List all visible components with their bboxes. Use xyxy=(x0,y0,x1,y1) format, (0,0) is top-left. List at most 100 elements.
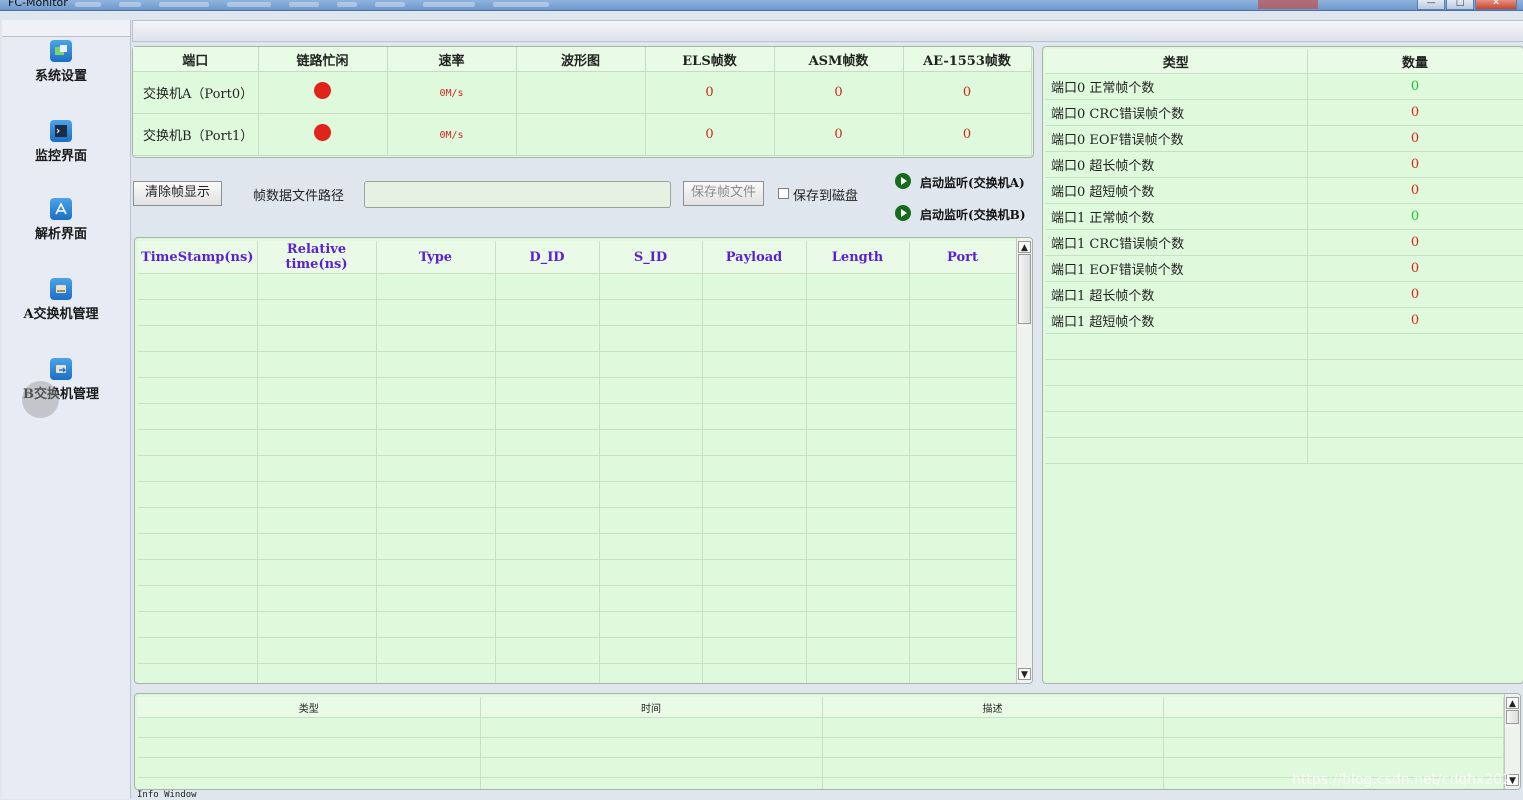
table-row[interactable] xyxy=(138,507,1017,534)
start-monitor-a-button[interactable]: 启动监听(交换机A) xyxy=(920,174,1025,191)
sidebar-item-switch-b[interactable]: B交换机管理 xyxy=(2,358,120,402)
stat-row: 端口1 EOF错误帧个数 0 xyxy=(1045,255,1523,282)
clear-frames-button[interactable]: 清除帧显示 xyxy=(133,181,222,206)
start-monitor-b-button[interactable]: 启动监听(交换机B) xyxy=(920,206,1026,223)
stat-row xyxy=(1045,411,1523,438)
file-path-input[interactable] xyxy=(364,181,671,208)
col-header-els: ELS帧数 xyxy=(645,47,775,72)
table-row[interactable] xyxy=(138,403,1017,430)
port-status-table: 端口 链路忙闲 速率 波形图 ELS帧数 ASM帧数 AE-1553帧数 交换机… xyxy=(133,47,1032,156)
stat-count: 0 xyxy=(1307,307,1523,334)
table-row[interactable] xyxy=(138,533,1017,560)
start-monitor-b-icon[interactable] xyxy=(895,205,911,221)
stat-type: 端口0 EOF错误帧个数 xyxy=(1045,125,1308,152)
scroll-thumb[interactable] xyxy=(1506,710,1519,724)
stat-type: 端口1 EOF错误帧个数 xyxy=(1045,255,1308,282)
stat-count: 0 xyxy=(1307,255,1523,282)
stat-row: 端口1 正常帧个数 0 xyxy=(1045,203,1523,230)
table-row[interactable] xyxy=(138,611,1017,638)
link-status-indicator xyxy=(314,82,331,99)
blurred-ribbon xyxy=(75,2,635,8)
sidebar-item-label: 解析界面 xyxy=(34,227,87,242)
table-row[interactable] xyxy=(138,637,1017,664)
table-row[interactable] xyxy=(138,299,1017,326)
col-header-length[interactable]: Length xyxy=(806,241,910,274)
sidebar: 系统设置 监控界面 解析界面 A交换机管理 B交换机管理 xyxy=(2,20,131,799)
col-header-type[interactable]: Type xyxy=(376,241,496,274)
table-row[interactable] xyxy=(138,455,1017,482)
stat-type: 端口1 正常帧个数 xyxy=(1045,203,1308,230)
stat-count: 0 xyxy=(1307,73,1523,100)
scroll-thumb[interactable] xyxy=(1018,254,1031,324)
stat-row xyxy=(1045,359,1523,386)
maximize-button[interactable]: □ xyxy=(1446,0,1474,10)
port-rate: 0M/s xyxy=(439,88,464,99)
col-header-payload[interactable]: Payload xyxy=(702,241,807,274)
stat-type: 端口0 CRC错误帧个数 xyxy=(1045,99,1308,126)
stat-count: 0 xyxy=(1307,99,1523,126)
port-row: 交换机B（Port1） 0M/s 0 0 0 xyxy=(133,113,1032,156)
sidebar-item-switch-a[interactable]: A交换机管理 xyxy=(2,278,120,322)
stat-type: 端口1 超短帧个数 xyxy=(1045,307,1308,334)
table-row[interactable] xyxy=(138,429,1017,456)
cursor-click-indicator xyxy=(22,381,59,418)
title-bar: FC-Monitor — □ ✕ xyxy=(0,0,1523,11)
table-row[interactable] xyxy=(138,717,1504,738)
table-row[interactable] xyxy=(138,377,1017,404)
stat-row: 端口0 超长帧个数 0 xyxy=(1045,151,1523,178)
sidebar-item-monitor[interactable]: 监控界面 xyxy=(2,120,120,164)
stat-row: 端口0 EOF错误帧个数 0 xyxy=(1045,125,1523,152)
switch-b-icon xyxy=(50,358,72,380)
top-toolbar xyxy=(132,20,1523,42)
col-header-info-time: 时间 xyxy=(480,697,823,718)
port-name: 交换机B（Port1） xyxy=(133,113,259,156)
save-frame-file-button[interactable]: 保存帧文件 xyxy=(683,181,764,206)
minimize-button[interactable]: — xyxy=(1417,0,1445,10)
col-header-port[interactable]: Port xyxy=(909,241,1017,274)
sidebar-item-parse[interactable]: 解析界面 xyxy=(2,198,120,242)
monitor-screen-icon xyxy=(50,120,72,142)
stat-row: 端口0 CRC错误帧个数 0 xyxy=(1045,99,1523,126)
els-count: 0 xyxy=(705,85,714,100)
watermark: https://blog.csdn.net/cdqhx202 xyxy=(1292,772,1512,788)
col-header-timestamp[interactable]: TimeStamp(ns) xyxy=(138,241,258,274)
frame-list-scrollbar[interactable]: ▲ ▼ xyxy=(1016,238,1032,683)
table-row[interactable] xyxy=(138,737,1504,758)
col-header-d-id[interactable]: D_ID xyxy=(495,241,600,274)
col-header-waveform: 波形图 xyxy=(516,47,646,72)
table-row[interactable] xyxy=(138,273,1017,300)
scroll-up-arrow[interactable]: ▲ xyxy=(1018,241,1031,253)
col-header-asm: ASM帧数 xyxy=(774,47,904,72)
stat-type: 端口1 超长帧个数 xyxy=(1045,281,1308,308)
asm-count: 0 xyxy=(834,127,843,142)
stat-count: 0 xyxy=(1307,281,1523,308)
window-title: FC-Monitor xyxy=(8,0,68,9)
start-monitor-a-icon[interactable] xyxy=(895,173,911,189)
table-row[interactable] xyxy=(138,351,1017,378)
stat-row: 端口0 正常帧个数 0 xyxy=(1045,73,1523,100)
sidebar-item-label: 监控界面 xyxy=(34,149,87,164)
stat-type: 端口0 正常帧个数 xyxy=(1045,73,1308,100)
scroll-up-arrow[interactable]: ▲ xyxy=(1506,697,1519,709)
sign-in-button[interactable] xyxy=(1258,0,1318,9)
table-row[interactable] xyxy=(138,559,1017,586)
col-header-s-id[interactable]: S_ID xyxy=(599,241,703,274)
table-row[interactable] xyxy=(138,585,1017,612)
save-to-disk-checkbox[interactable] xyxy=(778,188,789,199)
port-name: 交换机A（Port0） xyxy=(133,71,259,114)
stat-type: 端口0 超长帧个数 xyxy=(1045,151,1308,178)
stat-type: 端口1 CRC错误帧个数 xyxy=(1045,229,1308,256)
table-row[interactable] xyxy=(138,325,1017,352)
col-header-rate: 速率 xyxy=(387,47,517,72)
col-header-stat-count: 数量 xyxy=(1307,49,1523,74)
col-header-relative-time[interactable]: Relative time(ns) xyxy=(257,241,377,274)
close-button[interactable]: ✕ xyxy=(1475,0,1517,10)
table-row[interactable] xyxy=(138,481,1017,508)
sidebar-item-system-settings[interactable]: 系统设置 xyxy=(2,40,120,84)
stat-row: 端口1 CRC错误帧个数 0 xyxy=(1045,229,1523,256)
statistics-table-body: 端口0 正常帧个数 0 端口0 CRC错误帧个数 0 端口0 EOF错误帧个数 0 端口0 … xyxy=(1045,73,1523,464)
system-settings-icon xyxy=(50,40,72,62)
file-path-label: 帧数据文件路径 xyxy=(253,189,345,204)
table-row[interactable] xyxy=(138,663,1017,683)
scroll-down-arrow[interactable]: ▼ xyxy=(1018,668,1031,680)
